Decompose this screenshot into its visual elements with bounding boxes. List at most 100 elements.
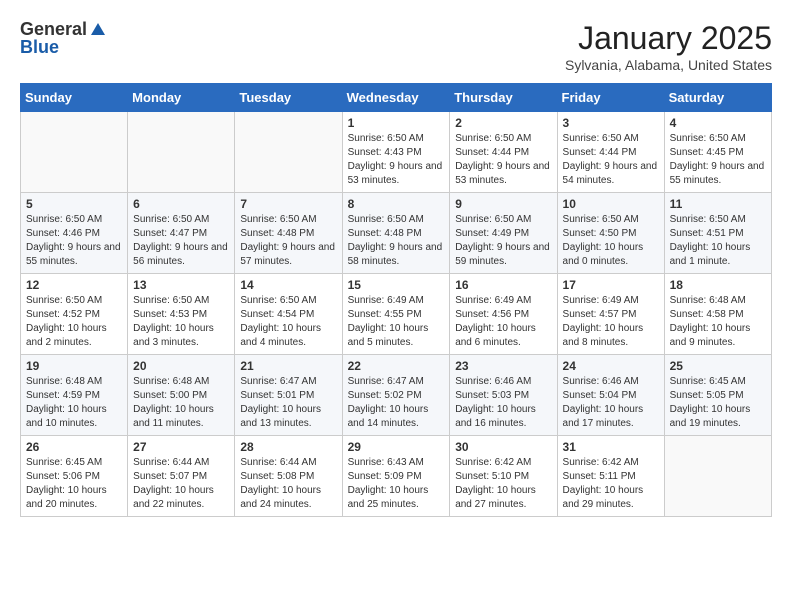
calendar-cell: 23 Sunrise: 6:46 AM Sunset: 5:03 PM Dayli… [450, 355, 557, 436]
calendar-cell: 18 Sunrise: 6:48 AM Sunset: 4:58 PM Dayli… [664, 274, 771, 355]
day-number: 30 [455, 440, 551, 454]
calendar-header-row: SundayMondayTuesdayWednesdayThursdayFrid… [21, 84, 772, 112]
day-number: 6 [133, 197, 229, 211]
logo-icon [89, 21, 107, 39]
day-number: 3 [563, 116, 659, 130]
calendar-cell: 13 Sunrise: 6:50 AM Sunset: 4:53 PM Dayli… [128, 274, 235, 355]
calendar-cell: 28Sunrise: 6:44 AM Sunset: 5:08 PM Dayli… [235, 436, 342, 517]
day-number: 10 [563, 197, 659, 211]
weekday-header: Saturday [664, 84, 771, 112]
day-number: 25 [670, 359, 766, 373]
calendar-cell [21, 112, 128, 193]
day-number: 19 [26, 359, 122, 373]
day-info: Sunrise: 6:49 AM Sunset: 4:55 PM Dayligh… [348, 294, 445, 350]
calendar-cell: 14Sunrise: 6:50 AM Sunset: 4:54 PM Dayli… [235, 274, 342, 355]
day-number: 26 [26, 440, 122, 454]
day-info: Sunrise: 6:50 AM Sunset: 4:48 PM Dayligh… [240, 213, 336, 269]
day-info: Sunrise: 6:50 AM Sunset: 4:47 PM Dayligh… [133, 213, 229, 269]
logo-blue: Blue [20, 38, 59, 58]
calendar-cell: 20 Sunrise: 6:48 AM Sunset: 5:00 PM Dayli… [128, 355, 235, 436]
day-number: 31 [563, 440, 659, 454]
day-info: Sunrise: 6:49 AM Sunset: 4:56 PM Dayligh… [455, 294, 551, 350]
day-number: 23 [455, 359, 551, 373]
day-info: Sunrise: 6:50 AM Sunset: 4:44 PM Dayligh… [455, 132, 551, 188]
weekday-header: Monday [128, 84, 235, 112]
day-number: 7 [240, 197, 336, 211]
calendar-cell: 21 Sunrise: 6:47 AM Sunset: 5:01 PM Dayli… [235, 355, 342, 436]
day-number: 5 [26, 197, 122, 211]
day-info: Sunrise: 6:49 AM Sunset: 4:57 PM Dayligh… [563, 294, 659, 350]
calendar-cell: 25 Sunrise: 6:45 AM Sunset: 5:05 PM Dayli… [664, 355, 771, 436]
day-number: 21 [240, 359, 336, 373]
day-info: Sunrise: 6:50 AM Sunset: 4:52 PM Dayligh… [26, 294, 122, 350]
calendar-cell: 11 Sunrise: 6:50 AM Sunset: 4:51 PM Dayli… [664, 193, 771, 274]
day-number: 13 [133, 278, 229, 292]
day-number: 12 [26, 278, 122, 292]
calendar-cell [235, 112, 342, 193]
day-number: 20 [133, 359, 229, 373]
calendar-cell: 24Sunrise: 6:46 AM Sunset: 5:04 PM Dayli… [557, 355, 664, 436]
day-number: 18 [670, 278, 766, 292]
calendar-cell: 30 Sunrise: 6:42 AM Sunset: 5:10 PM Dayli… [450, 436, 557, 517]
calendar-cell: 22 Sunrise: 6:47 AM Sunset: 5:02 PM Dayli… [342, 355, 450, 436]
day-number: 16 [455, 278, 551, 292]
day-number: 15 [348, 278, 445, 292]
day-info: Sunrise: 6:50 AM Sunset: 4:44 PM Dayligh… [563, 132, 659, 188]
weekday-header: Wednesday [342, 84, 450, 112]
calendar-cell: 12 Sunrise: 6:50 AM Sunset: 4:52 PM Dayli… [21, 274, 128, 355]
calendar-cell: 19 Sunrise: 6:48 AM Sunset: 4:59 PM Dayli… [21, 355, 128, 436]
day-number: 14 [240, 278, 336, 292]
day-number: 1 [348, 116, 445, 130]
calendar-table: SundayMondayTuesdayWednesdayThursdayFrid… [20, 83, 772, 517]
day-info: Sunrise: 6:50 AM Sunset: 4:51 PM Dayligh… [670, 213, 766, 269]
calendar-cell: 15 Sunrise: 6:49 AM Sunset: 4:55 PM Dayli… [342, 274, 450, 355]
day-info: Sunrise: 6:50 AM Sunset: 4:45 PM Dayligh… [670, 132, 766, 188]
calendar-cell: 8 Sunrise: 6:50 AM Sunset: 4:48 PM Daylig… [342, 193, 450, 274]
page-header: General Blue January 2025 Sylvania, Alab… [20, 20, 772, 73]
calendar-week-row: 12 Sunrise: 6:50 AM Sunset: 4:52 PM Dayli… [21, 274, 772, 355]
day-info: Sunrise: 6:50 AM Sunset: 4:48 PM Dayligh… [348, 213, 445, 269]
day-info: Sunrise: 6:44 AM Sunset: 5:07 PM Dayligh… [133, 456, 229, 512]
month-title: January 2025 [565, 20, 772, 57]
calendar-cell: 17Sunrise: 6:49 AM Sunset: 4:57 PM Dayli… [557, 274, 664, 355]
calendar-cell [664, 436, 771, 517]
calendar-cell: 2 Sunrise: 6:50 AM Sunset: 4:44 PM Daylig… [450, 112, 557, 193]
day-info: Sunrise: 6:47 AM Sunset: 5:02 PM Dayligh… [348, 375, 445, 431]
day-info: Sunrise: 6:45 AM Sunset: 5:05 PM Dayligh… [670, 375, 766, 431]
day-info: Sunrise: 6:50 AM Sunset: 4:46 PM Dayligh… [26, 213, 122, 269]
day-number: 29 [348, 440, 445, 454]
day-number: 4 [670, 116, 766, 130]
calendar-cell: 27 Sunrise: 6:44 AM Sunset: 5:07 PM Dayli… [128, 436, 235, 517]
calendar-cell: 6 Sunrise: 6:50 AM Sunset: 4:47 PM Daylig… [128, 193, 235, 274]
calendar-cell: 10 Sunrise: 6:50 AM Sunset: 4:50 PM Dayli… [557, 193, 664, 274]
calendar-cell: 4 Sunrise: 6:50 AM Sunset: 4:45 PM Daylig… [664, 112, 771, 193]
day-info: Sunrise: 6:50 AM Sunset: 4:53 PM Dayligh… [133, 294, 229, 350]
calendar-cell: 31 Sunrise: 6:42 AM Sunset: 5:11 PM Dayli… [557, 436, 664, 517]
day-info: Sunrise: 6:46 AM Sunset: 5:03 PM Dayligh… [455, 375, 551, 431]
day-info: Sunrise: 6:48 AM Sunset: 5:00 PM Dayligh… [133, 375, 229, 431]
calendar-cell: 16 Sunrise: 6:49 AM Sunset: 4:56 PM Dayli… [450, 274, 557, 355]
day-info: Sunrise: 6:47 AM Sunset: 5:01 PM Dayligh… [240, 375, 336, 431]
location-title: Sylvania, Alabama, United States [565, 57, 772, 73]
weekday-header: Thursday [450, 84, 557, 112]
day-number: 9 [455, 197, 551, 211]
day-info: Sunrise: 6:42 AM Sunset: 5:10 PM Dayligh… [455, 456, 551, 512]
calendar-cell: 3 Sunrise: 6:50 AM Sunset: 4:44 PM Daylig… [557, 112, 664, 193]
calendar-cell: 26 Sunrise: 6:45 AM Sunset: 5:06 PM Dayli… [21, 436, 128, 517]
day-number: 11 [670, 197, 766, 211]
calendar-week-row: 26 Sunrise: 6:45 AM Sunset: 5:06 PM Dayli… [21, 436, 772, 517]
weekday-header: Tuesday [235, 84, 342, 112]
day-number: 22 [348, 359, 445, 373]
day-number: 8 [348, 197, 445, 211]
day-info: Sunrise: 6:50 AM Sunset: 4:49 PM Dayligh… [455, 213, 551, 269]
day-info: Sunrise: 6:50 AM Sunset: 4:50 PM Dayligh… [563, 213, 659, 269]
day-info: Sunrise: 6:42 AM Sunset: 5:11 PM Dayligh… [563, 456, 659, 512]
day-number: 2 [455, 116, 551, 130]
day-number: 28 [240, 440, 336, 454]
calendar-cell: 29Sunrise: 6:43 AM Sunset: 5:09 PM Dayli… [342, 436, 450, 517]
day-number: 27 [133, 440, 229, 454]
day-info: Sunrise: 6:45 AM Sunset: 5:06 PM Dayligh… [26, 456, 122, 512]
day-info: Sunrise: 6:48 AM Sunset: 4:58 PM Dayligh… [670, 294, 766, 350]
calendar-cell: 7 Sunrise: 6:50 AM Sunset: 4:48 PM Daylig… [235, 193, 342, 274]
day-info: Sunrise: 6:48 AM Sunset: 4:59 PM Dayligh… [26, 375, 122, 431]
